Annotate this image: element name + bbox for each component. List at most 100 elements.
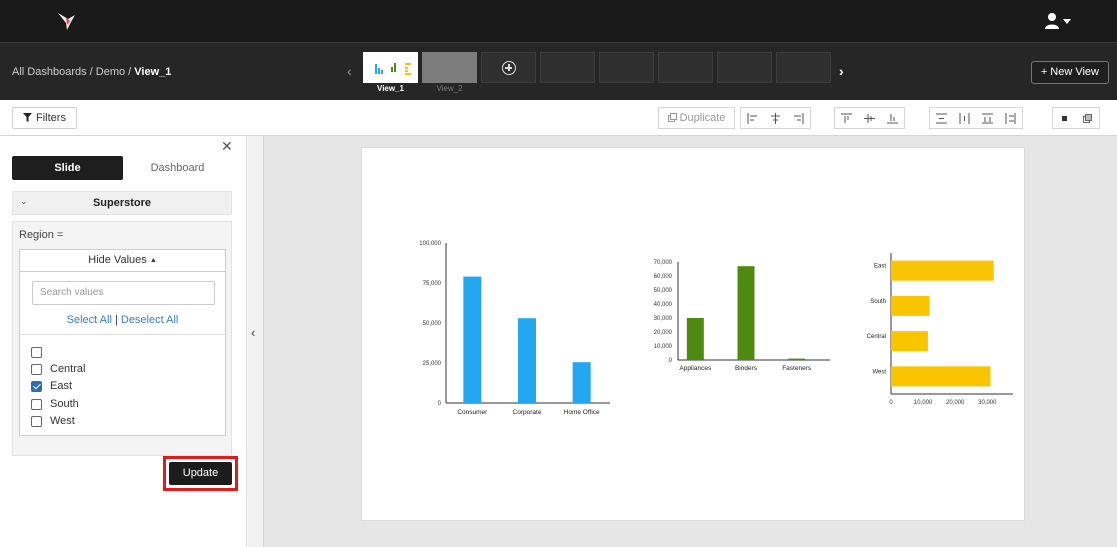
select-all-link[interactable]: Select All — [67, 314, 112, 326]
bar — [737, 266, 755, 360]
close-icon[interactable]: ✕ — [221, 138, 233, 155]
caret-down-icon — [1063, 19, 1071, 24]
x-tick-label: Home Office — [564, 409, 600, 416]
option-west[interactable]: West — [31, 414, 75, 428]
view-label-2[interactable]: View_2 — [422, 84, 477, 93]
checkbox[interactable] — [31, 398, 42, 410]
breadcrumb-all-dashboards[interactable]: All Dashboards — [12, 66, 87, 78]
empty-view-slot — [540, 52, 595, 83]
breadcrumb-demo[interactable]: Demo — [96, 66, 125, 78]
breadcrumb-current: View_1 — [134, 66, 172, 78]
update-button[interactable]: Update — [169, 462, 232, 485]
y-tick-label: 50,000 — [423, 321, 442, 327]
option-label: East — [50, 380, 73, 392]
align-left-button[interactable] — [741, 108, 764, 128]
panel-collapse-handle[interactable]: ‹ — [246, 136, 264, 547]
breadcrumb-separator: / — [125, 66, 135, 78]
bring-to-front-button[interactable] — [1053, 108, 1076, 128]
match-height-icon — [1005, 112, 1016, 124]
y-tick-label: 0 — [438, 401, 442, 407]
y-tick-label: 0 — [669, 358, 673, 364]
view-thumbnail-1[interactable] — [363, 52, 418, 83]
checkbox-checked[interactable] — [31, 380, 42, 392]
bar — [891, 366, 991, 387]
y-tick-label: 10,000 — [654, 344, 673, 350]
chevron-left-icon[interactable]: ‹ — [347, 63, 352, 79]
new-view-button[interactable]: + New View — [1030, 61, 1109, 84]
x-tick-label: Fasteners — [782, 365, 812, 372]
y-tick-label: 60,000 — [654, 274, 673, 280]
x-tick-label: 10,000 — [914, 400, 933, 406]
filters-button[interactable]: Filters — [12, 107, 77, 129]
send-to-back-icon — [1083, 113, 1092, 123]
y-tick-label: 75,000 — [423, 281, 442, 287]
option-null[interactable] — [31, 345, 50, 359]
option-east[interactable]: East — [31, 379, 72, 393]
option-label: South — [50, 398, 79, 410]
tab-slide[interactable]: Slide — [12, 156, 123, 180]
chevron-left-icon[interactable]: ‹ — [251, 325, 255, 340]
tab-dashboard[interactable]: Dashboard — [123, 156, 232, 180]
toolbar: Filters Duplicate — [0, 100, 1117, 136]
plus-circle-icon[interactable] — [502, 61, 516, 75]
filters-label: Filters — [36, 112, 66, 124]
chevron-right-icon[interactable]: › — [839, 63, 844, 79]
view-bar: All Dashboards / Demo / View_1 ‹ View_1 … — [0, 42, 1117, 100]
y-tick-label: 100,000 — [419, 241, 441, 247]
align-center-button[interactable] — [764, 108, 787, 128]
user-icon[interactable] — [1043, 12, 1073, 30]
duplicate-button[interactable]: Duplicate — [658, 107, 735, 129]
bar — [891, 260, 994, 281]
option-central[interactable]: Central — [31, 362, 85, 376]
y-tick-label: Central — [867, 334, 886, 340]
align-bottom-button[interactable] — [881, 108, 904, 128]
align-top-button[interactable] — [835, 108, 858, 128]
update-highlight: Update — [163, 456, 238, 491]
y-tick-label: 40,000 — [654, 302, 673, 308]
x-tick-label: Appliances — [679, 365, 712, 372]
slide-canvas[interactable]: 0 25,000 50,000 75,000 100,000 Consumer Corpor… — [361, 147, 1025, 521]
distribute-vertical-button[interactable] — [930, 108, 953, 128]
match-height-button[interactable] — [999, 108, 1022, 128]
empty-view-slot — [658, 52, 713, 83]
panel-tabs: Slide Dashboard — [12, 156, 232, 180]
link-separator: | — [114, 314, 118, 326]
bar — [891, 331, 928, 352]
bar — [463, 276, 482, 403]
option-south[interactable]: South — [31, 397, 79, 411]
match-width-button[interactable] — [976, 108, 999, 128]
align-right-button[interactable] — [787, 108, 810, 128]
y-tick-label: 25,000 — [423, 361, 442, 367]
checkbox[interactable] — [31, 363, 42, 375]
charts-layer: 0 25,000 50,000 75,000 100,000 Consumer Corpor… — [419, 241, 1013, 416]
deselect-all-link[interactable]: Deselect All — [121, 314, 178, 326]
checkbox[interactable] — [31, 415, 42, 427]
x-tick-label: Binders — [735, 365, 758, 372]
hide-values-toggle[interactable]: Hide Values ▲ — [19, 249, 226, 272]
breadcrumb-separator: / — [86, 66, 96, 78]
view-label-1[interactable]: View_1 — [363, 84, 418, 93]
add-view-slot[interactable] — [481, 52, 536, 83]
view-thumbnail-2[interactable] — [422, 52, 477, 83]
empty-view-slot — [599, 52, 654, 83]
align-middle-button[interactable] — [858, 108, 881, 128]
x-tick-label: Consumer — [457, 409, 488, 416]
align-horizontal-group — [740, 107, 811, 129]
send-to-back-button[interactable] — [1076, 108, 1099, 128]
filter-panel: ✕ Slide Dashboard ⌄ Superstore Region = … — [0, 136, 246, 547]
y-tick-label: West — [872, 369, 886, 375]
datasource-header[interactable]: ⌄ Superstore — [12, 191, 232, 215]
search-input[interactable]: Search values — [32, 281, 215, 305]
bar — [572, 362, 591, 403]
x-tick-label: 30,000 — [978, 400, 997, 406]
hummingbird-logo-icon[interactable] — [55, 9, 79, 33]
distribute-group — [929, 107, 1023, 129]
distribute-vertical-icon — [936, 113, 947, 123]
bar — [518, 318, 536, 403]
y-tick-label: 70,000 — [654, 260, 673, 266]
checkbox[interactable] — [31, 346, 42, 358]
align-top-icon — [841, 113, 852, 123]
region-filter: Region = Hide Values ▲ Search values Sel… — [12, 221, 232, 456]
caret-up-icon: ▲ — [149, 257, 157, 264]
distribute-horizontal-button[interactable] — [953, 108, 976, 128]
